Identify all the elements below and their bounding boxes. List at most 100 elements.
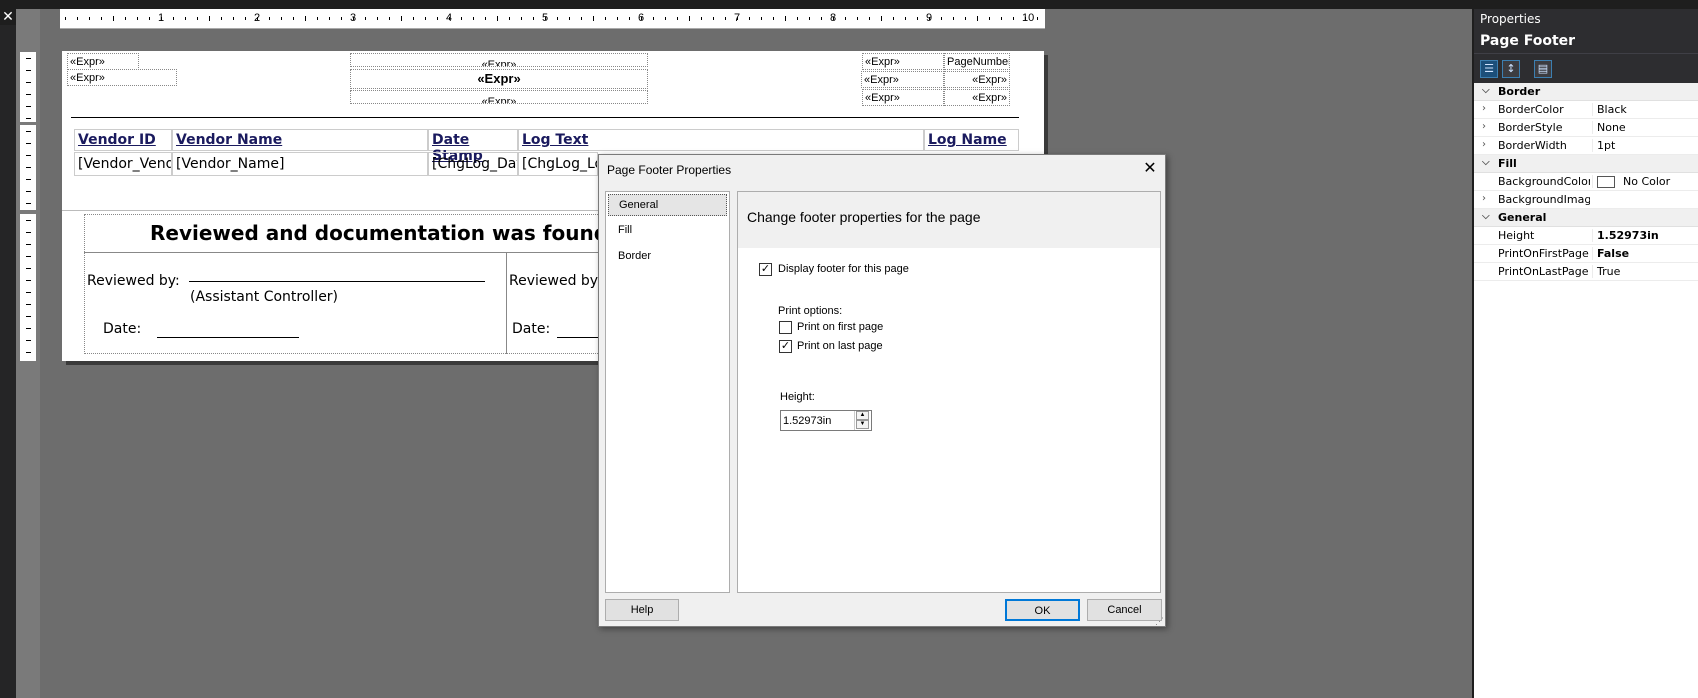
prop-value[interactable]: True xyxy=(1592,265,1620,278)
header-expr-right-5[interactable]: «Expr» xyxy=(944,89,1010,106)
header-expr-center-bottom[interactable]: «Expr» xyxy=(350,90,648,104)
ruler-tick xyxy=(26,352,31,353)
prop-name: BorderWidth xyxy=(1498,139,1567,152)
ruler-tick xyxy=(965,17,966,20)
table-cell-date-stamp[interactable]: [ChgLog_Date: xyxy=(428,152,518,176)
cancel-button[interactable]: Cancel xyxy=(1087,599,1162,621)
ruler-tick xyxy=(26,256,31,257)
prop-row-printonfirstpage[interactable]: PrintOnFirstPage False xyxy=(1474,245,1698,263)
header-expr-right-3[interactable]: «Expr» xyxy=(944,71,1010,88)
ruler-tick xyxy=(65,17,66,20)
close-icon[interactable]: ✕ xyxy=(0,9,16,25)
print-last-page-label[interactable]: Print on last page xyxy=(797,340,883,352)
reviewed-by-label-1[interactable]: Reviewed by: xyxy=(87,273,180,289)
category-border[interactable]: ⌵ Border xyxy=(1474,83,1698,101)
categorized-icon[interactable]: ☰ xyxy=(1480,60,1498,78)
column-header-log-name[interactable]: Log Name xyxy=(924,129,1019,151)
ruler-tick xyxy=(197,17,198,20)
print-first-page-label[interactable]: Print on first page xyxy=(797,321,883,333)
chevron-right-icon: › xyxy=(1482,103,1486,114)
header-expr-center-bold[interactable]: «Expr» xyxy=(350,69,648,89)
prop-row-backgroundimage[interactable]: › BackgroundImage xyxy=(1474,191,1698,209)
prop-row-borderwidth[interactable]: › BorderWidth 1pt xyxy=(1474,137,1698,155)
header-expr-right-2[interactable]: «Expr» xyxy=(861,71,944,88)
ruler-tick xyxy=(389,17,390,20)
ruler-tick xyxy=(485,17,486,20)
ruler-tick xyxy=(761,17,762,20)
prop-value[interactable]: Black xyxy=(1592,103,1627,116)
prop-row-backgroundcolor[interactable]: BackgroundColor No Color xyxy=(1474,173,1698,191)
ruler-tick xyxy=(989,17,990,20)
ruler-tick xyxy=(26,232,31,233)
date-label-1[interactable]: Date: xyxy=(103,321,141,337)
ruler-tick xyxy=(869,17,870,20)
prop-value[interactable]: 1pt xyxy=(1592,139,1615,152)
ruler-tick xyxy=(725,17,726,20)
ruler-tick xyxy=(713,17,714,20)
ruler-number: 6 xyxy=(638,12,645,24)
properties-title: Properties xyxy=(1474,9,1698,29)
column-header-log-text[interactable]: Log Text xyxy=(518,129,924,151)
ruler-number: 5 xyxy=(542,12,549,24)
display-footer-label[interactable]: Display footer for this page xyxy=(778,263,909,275)
header-page-number[interactable]: PageNumber] xyxy=(944,53,1010,70)
prop-row-height[interactable]: Height 1.52973in xyxy=(1474,227,1698,245)
prop-value[interactable]: None xyxy=(1592,121,1626,134)
header-divider xyxy=(71,117,1019,118)
prop-value[interactable]: 1.52973in xyxy=(1592,229,1659,242)
category-label: Fill xyxy=(1498,157,1517,170)
header-expr-left-2[interactable]: «Expr» xyxy=(67,69,177,86)
header-expr-center-top[interactable]: «Expr» xyxy=(350,53,648,67)
print-last-page-checkbox[interactable]: ✓ xyxy=(779,340,792,353)
column-header-vendor-id[interactable]: Vendor ID xyxy=(74,129,172,151)
spin-down-icon[interactable]: ▼ xyxy=(856,420,869,429)
table-cell-vendor-name[interactable]: [Vendor_Name] xyxy=(172,152,428,176)
prop-value[interactable]: False xyxy=(1592,247,1629,260)
resize-grip-icon[interactable]: ⋰ xyxy=(1155,616,1164,627)
ruler-tick xyxy=(173,17,174,20)
ruler-tick xyxy=(797,17,798,20)
date-line-1 xyxy=(157,337,299,338)
date-label-2[interactable]: Date: xyxy=(512,321,550,337)
category-general[interactable]: ⌵ General xyxy=(1474,209,1698,227)
ok-button[interactable]: OK xyxy=(1005,599,1080,621)
nav-item-border[interactable]: Border xyxy=(608,246,727,268)
nav-item-fill[interactable]: Fill xyxy=(608,220,727,242)
ruler-tick xyxy=(26,292,31,293)
ruler-tick xyxy=(233,17,234,20)
category-fill[interactable]: ⌵ Fill xyxy=(1474,155,1698,173)
prop-row-borderstyle[interactable]: › BorderStyle None xyxy=(1474,119,1698,137)
prop-row-printonlastpage[interactable]: PrintOnLastPage True xyxy=(1474,263,1698,281)
prop-value[interactable]: No Color xyxy=(1592,175,1670,188)
column-header-vendor-name[interactable]: Vendor Name xyxy=(172,129,428,151)
print-first-page-checkbox[interactable] xyxy=(779,321,792,334)
ruler-tick xyxy=(26,179,31,180)
reviewed-by-label-2[interactable]: Reviewed by: xyxy=(509,273,602,289)
table-cell-log-text[interactable]: [ChgLog_Log xyxy=(518,152,598,176)
ruler-tick xyxy=(26,94,31,95)
prop-name: Height xyxy=(1498,229,1535,242)
header-expr-right-1[interactable]: «Expr» xyxy=(862,53,944,70)
ruler-tick xyxy=(857,17,858,20)
footer-title[interactable]: Reviewed and documentation was found in … xyxy=(150,221,657,245)
property-pages-icon[interactable]: ▤ xyxy=(1534,60,1552,78)
help-button[interactable]: Help xyxy=(605,599,679,621)
prop-row-bordercolor[interactable]: › BorderColor Black xyxy=(1474,101,1698,119)
display-footer-checkbox[interactable]: ✓ xyxy=(759,263,772,276)
header-expr-right-4[interactable]: «Expr» xyxy=(862,89,944,106)
assistant-controller-label[interactable]: (Assistant Controller) xyxy=(190,289,338,305)
table-cell-vendor-id[interactable]: [Vendor_Vendor xyxy=(74,152,172,176)
alphabetical-icon[interactable]: ↕ xyxy=(1502,60,1520,78)
ruler-tick xyxy=(26,203,31,204)
ruler-tick xyxy=(701,17,702,20)
ruler-tick xyxy=(329,17,330,20)
height-stepper[interactable]: ▲ ▼ xyxy=(854,411,870,430)
header-expr-left-1[interactable]: «Expr» xyxy=(67,53,139,70)
ruler-tick xyxy=(221,17,222,20)
nav-item-general[interactable]: General xyxy=(608,194,727,216)
column-header-date-stamp[interactable]: Date Stamp xyxy=(428,129,518,164)
spin-up-icon[interactable]: ▲ xyxy=(856,411,869,420)
ruler-tick xyxy=(881,16,882,21)
close-icon[interactable]: ✕ xyxy=(1139,159,1161,179)
ruler-tick xyxy=(305,16,306,21)
